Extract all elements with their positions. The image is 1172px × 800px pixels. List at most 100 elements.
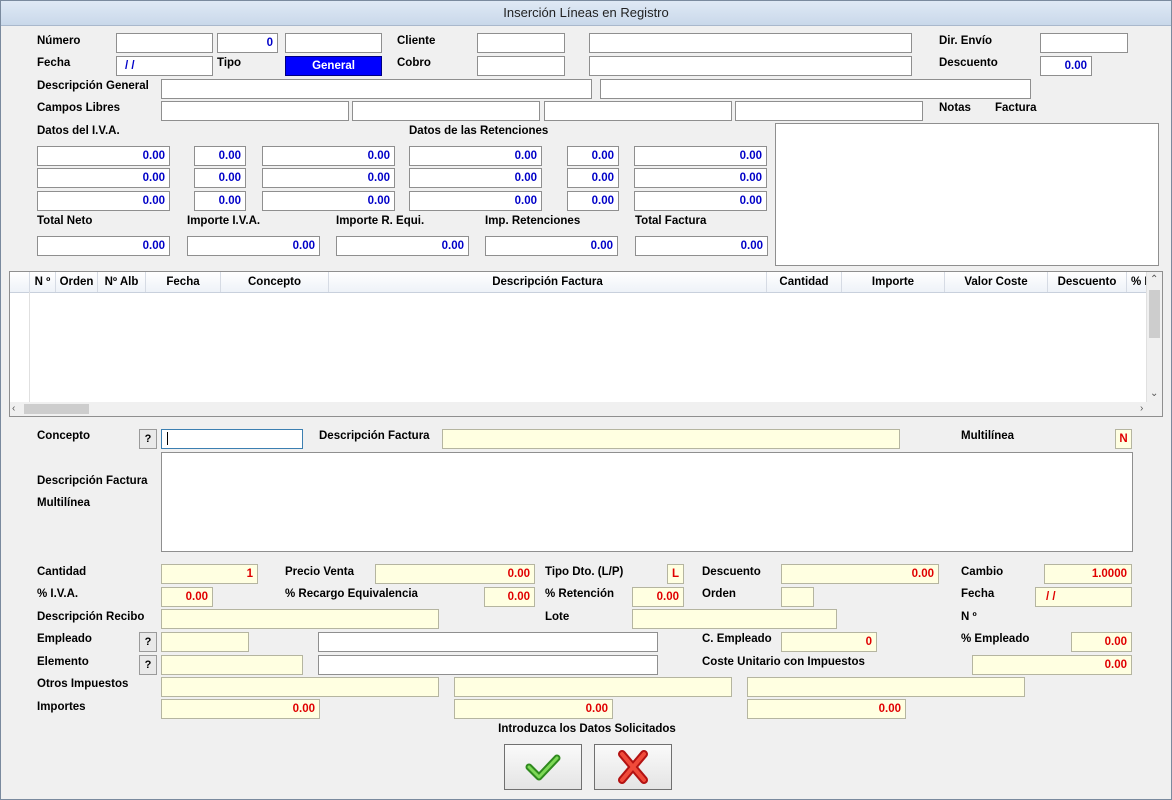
coste-unitario-field[interactable]: 0.00	[972, 655, 1132, 675]
concepto-input[interactable]	[161, 429, 303, 449]
descripcion-factura-input[interactable]	[442, 429, 900, 449]
cobro-code-field[interactable]	[477, 56, 565, 76]
col-importe[interactable]: Importe	[842, 272, 945, 292]
col-valor-coste[interactable]: Valor Coste	[945, 272, 1048, 292]
empleado-help-button[interactable]: ?	[139, 632, 157, 652]
fecha-line-field[interactable]: / /	[1035, 587, 1132, 607]
concepto-help-button[interactable]: ?	[139, 429, 157, 449]
fecha-field[interactable]: / /	[116, 56, 213, 76]
ret-pct-2[interactable]: 0.00	[567, 168, 619, 188]
iva-base-1[interactable]: 0.00	[37, 146, 170, 166]
ret-cuota-3[interactable]: 0.00	[634, 191, 767, 211]
numero-prefix-field[interactable]	[116, 33, 213, 53]
dir-envio-field[interactable]	[1040, 33, 1128, 53]
numero-suffix-field[interactable]	[285, 33, 382, 53]
otros-impuestos-field-1[interactable]	[161, 677, 439, 697]
imp-retenciones-field[interactable]: 0.00	[485, 236, 618, 256]
descuento-field[interactable]: 0.00	[1040, 56, 1092, 76]
ret-base-2[interactable]: 0.00	[409, 168, 542, 188]
importe-field-1[interactable]: 0.00	[161, 699, 320, 719]
cancel-button[interactable]	[594, 744, 672, 790]
precio-venta-field[interactable]: 0.00	[375, 564, 535, 584]
descuento-line-field[interactable]: 0.00	[781, 564, 939, 584]
campo-libre-4[interactable]	[735, 101, 923, 121]
otros-impuestos-field-3[interactable]	[747, 677, 1025, 697]
iva-pct-3[interactable]: 0.00	[194, 191, 246, 211]
col-descripcion-factura[interactable]: Descripción Factura	[329, 272, 767, 292]
col-n[interactable]: N º	[30, 272, 56, 292]
importe-iva-field[interactable]: 0.00	[187, 236, 320, 256]
iva-cuota-3[interactable]: 0.00	[262, 191, 395, 211]
orden-field[interactable]	[781, 587, 814, 607]
empleado-code-field[interactable]	[161, 632, 249, 652]
ret-pct-1[interactable]: 0.00	[567, 146, 619, 166]
vertical-scroll-thumb[interactable]	[1149, 290, 1160, 338]
horizontal-scroll-thumb[interactable]	[24, 404, 89, 414]
scroll-down-icon[interactable]: ⌄	[1150, 388, 1158, 400]
pct-empleado-field[interactable]: 0.00	[1071, 632, 1132, 652]
scroll-right-icon[interactable]: ›	[1140, 403, 1143, 415]
descripcion-multilinea-textarea[interactable]	[161, 452, 1133, 552]
col-fecha[interactable]: Fecha	[146, 272, 221, 292]
importe-requi-field[interactable]: 0.00	[336, 236, 469, 256]
otros-impuestos-field-2[interactable]	[454, 677, 732, 697]
importe-field-2[interactable]: 0.00	[454, 699, 613, 719]
tipo-dto-field[interactable]: L	[667, 564, 684, 584]
col-descuento[interactable]: Descuento	[1048, 272, 1127, 292]
descripcion-factura-label: Descripción Factura	[319, 430, 430, 442]
total-factura-field[interactable]: 0.00	[635, 236, 768, 256]
elemento-help-button[interactable]: ?	[139, 655, 157, 675]
multilinea-field[interactable]: N	[1115, 429, 1132, 449]
iva-cuota-2[interactable]: 0.00	[262, 168, 395, 188]
elemento-code-field[interactable]	[161, 655, 303, 675]
cobro-name-field[interactable]	[589, 56, 912, 76]
campo-libre-1[interactable]	[161, 101, 349, 121]
ret-base-1[interactable]: 0.00	[409, 146, 542, 166]
iva-pct-field[interactable]: 0.00	[161, 587, 213, 607]
col-pct[interactable]: % I	[1127, 272, 1148, 292]
scroll-left-icon[interactable]: ‹	[12, 403, 15, 415]
ret-pct-3[interactable]: 0.00	[567, 191, 619, 211]
c-empleado-field[interactable]: 0	[781, 632, 877, 652]
grid-header: N º Orden Nº Alb Fecha Concepto Descripc…	[10, 272, 1148, 293]
iva-base-2[interactable]: 0.00	[37, 168, 170, 188]
numero-field[interactable]: 0	[217, 33, 278, 53]
iva-pct-1[interactable]: 0.00	[194, 146, 246, 166]
scroll-up-icon[interactable]: ⌃	[1150, 274, 1158, 286]
ret-cuota-2[interactable]: 0.00	[634, 168, 767, 188]
col-n-alb[interactable]: Nº Alb	[98, 272, 146, 292]
retencion-field[interactable]: 0.00	[632, 587, 684, 607]
tipo-field[interactable]: General	[285, 56, 382, 76]
lines-grid[interactable]: N º Orden Nº Alb Fecha Concepto Descripc…	[9, 271, 1163, 417]
col-orden[interactable]: Orden	[56, 272, 98, 292]
descripcion-general-field-1[interactable]	[161, 79, 592, 99]
iva-pct-2[interactable]: 0.00	[194, 168, 246, 188]
cliente-code-field[interactable]	[477, 33, 565, 53]
iva-base-3[interactable]: 0.00	[37, 191, 170, 211]
lote-field[interactable]	[632, 609, 837, 629]
campos-libres-label: Campos Libres	[37, 102, 121, 114]
notas-textarea[interactable]	[775, 123, 1159, 266]
ret-cuota-1[interactable]: 0.00	[634, 146, 767, 166]
recargo-field[interactable]: 0.00	[484, 587, 535, 607]
col-concepto[interactable]: Concepto	[221, 272, 329, 292]
cambio-field[interactable]: 1.0000	[1044, 564, 1132, 584]
cliente-name-field[interactable]	[589, 33, 912, 53]
grid-horizontal-scrollbar[interactable]: ‹ ›	[10, 402, 1162, 416]
empleado-name-field[interactable]	[318, 632, 658, 652]
ret-base-3[interactable]: 0.00	[409, 191, 542, 211]
campo-libre-3[interactable]	[544, 101, 732, 121]
accept-button[interactable]	[504, 744, 582, 790]
cantidad-field[interactable]: 1	[161, 564, 258, 584]
importe-field-3[interactable]: 0.00	[747, 699, 906, 719]
grid-vertical-scrollbar[interactable]: ⌃ ⌄	[1146, 272, 1162, 402]
descripcion-general-field-2[interactable]	[600, 79, 1031, 99]
iva-cuota-1[interactable]: 0.00	[262, 146, 395, 166]
col-cantidad[interactable]: Cantidad	[767, 272, 842, 292]
descripcion-recibo-field[interactable]	[161, 609, 439, 629]
cambio-label: Cambio	[961, 566, 1004, 578]
concepto-label: Concepto	[37, 430, 91, 442]
total-neto-field[interactable]: 0.00	[37, 236, 170, 256]
elemento-name-field[interactable]	[318, 655, 658, 675]
campo-libre-2[interactable]	[352, 101, 540, 121]
